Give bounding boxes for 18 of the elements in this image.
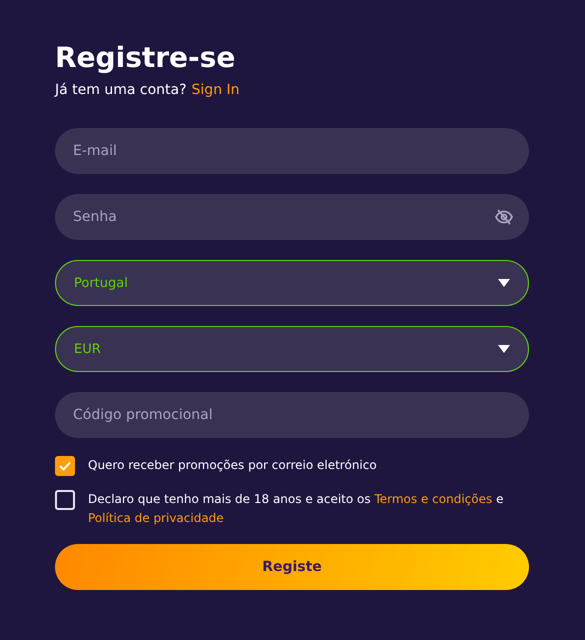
consent-text: Declaro que tenho mais de 18 anos e aceito os Termos e condições e Política de privacidade [88,491,504,527]
hidden-eye-icon[interactable] [495,209,513,225]
dropdown-field[interactable]: EUR [55,326,529,372]
check-icon [59,461,71,471]
policy-link[interactable]: Termos e condições [374,492,492,506]
sign-in-link[interactable]: Sign In [192,82,240,98]
text-field[interactable]: E-mail [55,128,529,174]
dropdown-field[interactable]: Portugal [55,260,529,306]
text-field[interactable]: Código promocional [55,392,529,438]
caret-icon [498,345,510,353]
page-title: Registre-se [55,40,236,76]
account-prompt: Já tem uma conta? [55,82,187,98]
caret-icon [498,279,510,287]
checkbox[interactable] [55,456,75,476]
policy-link[interactable]: Política de privacidade [88,511,224,525]
password-field[interactable]: Senha [55,194,529,240]
register-button[interactable]: Registe [55,544,529,590]
consent-text: Quero receber promoções por correio eletrónico [88,457,377,474]
